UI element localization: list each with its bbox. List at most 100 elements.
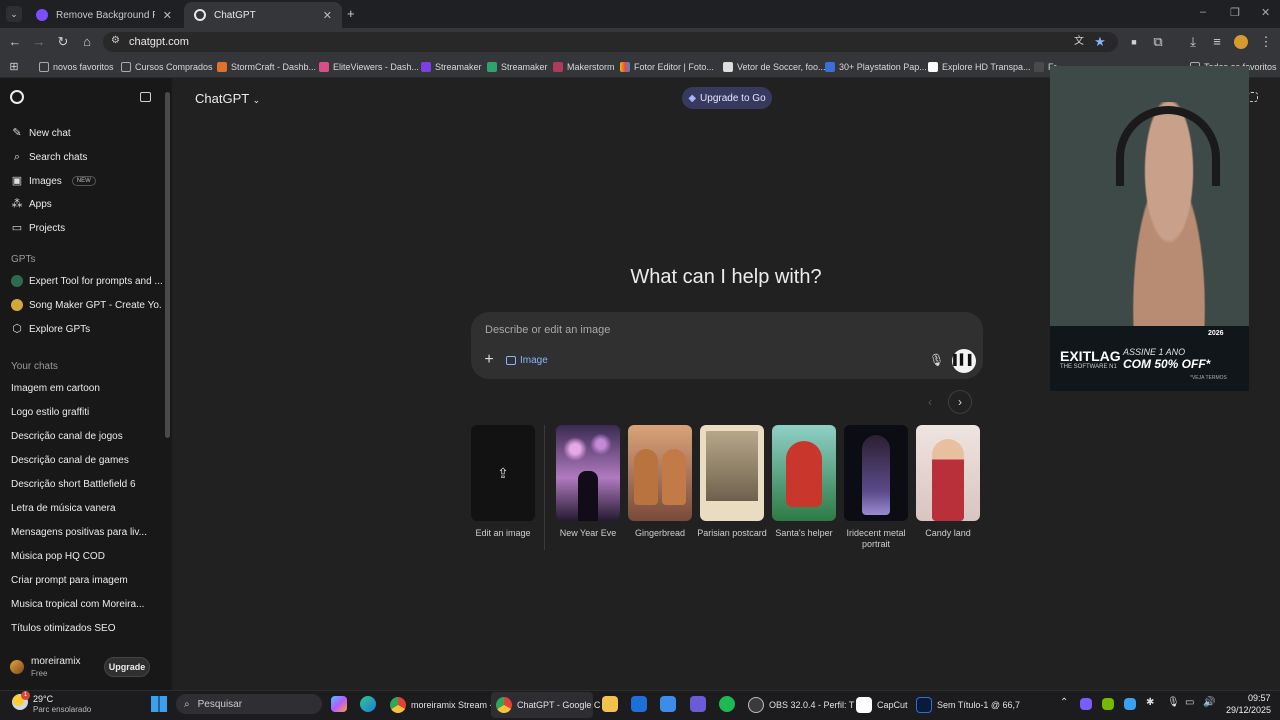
sidebar-item-gpt[interactable]: Song Maker GPT - Create Yo... [6,294,162,316]
chat-history-item[interactable]: Imagem em cartoon [11,383,161,394]
reload-icon[interactable]: ↻ [55,34,71,50]
chat-history-item[interactable]: Musica tropical com Moreira... [11,599,161,610]
bookmark-item[interactable]: Streamaker [487,60,548,74]
tray-overflow-icon[interactable]: ⌃ [1060,697,1068,708]
toggle-sidebar-icon[interactable] [140,92,151,102]
download-icon[interactable]: ⤓ [1185,34,1201,50]
taskbar-app[interactable]: OBS 32.0.4 - Perfil: T [748,695,854,715]
address-bar[interactable]: ⚙ chatgpt.com [103,32,1118,52]
prompt-input[interactable]: Describe or edit an image [485,324,610,336]
extensions-puzzle-icon[interactable]: ⧉ [1150,34,1166,50]
bookmark-item[interactable]: EliteViewers - Dash... [319,60,419,74]
restore-icon[interactable]: ❐ [1230,6,1240,19]
openai-logo-icon[interactable] [10,90,24,104]
style-card-iridescent-portrait[interactable] [844,425,908,521]
taskbar-search[interactable]: ⌕ Pesquisar [176,694,322,714]
bookmark-star-icon[interactable]: ★ [1092,34,1108,50]
style-card-new-year-eve[interactable] [556,425,620,521]
sidebar-item-apps[interactable]: ⁂ Apps [6,193,162,215]
style-card-santas-helper[interactable] [772,425,836,521]
bookmark-item[interactable]: Cursos Comprados [121,60,213,74]
sidebar-item-images[interactable]: ▣ Images NEW [6,170,162,192]
volume-icon[interactable]: 🔊 [1203,697,1215,708]
bookmark-item[interactable]: novos favoritos [39,60,114,74]
translate-icon[interactable]: 文 [1071,34,1087,50]
add-attachment-icon[interactable]: + [482,352,496,368]
temporary-chat-icon[interactable] [1248,92,1258,102]
user-name[interactable]: moreiramix [31,656,80,667]
bookmark-item[interactable]: Vetor de Soccer, foo... [723,60,826,74]
copilot-icon[interactable] [331,696,347,712]
close-tab-icon[interactable]: ✕ [163,9,172,22]
tray-app-icon[interactable] [1124,698,1136,710]
teams-icon[interactable] [690,696,706,712]
weather-temp[interactable]: 29°C [33,694,53,704]
carousel-prev-button[interactable]: ‹ [918,390,942,414]
tab-search-button[interactable]: ⌄ [6,6,22,22]
style-card-gingerbread[interactable] [628,425,692,521]
sidebar-item-explore-gpts[interactable]: ⬡ Explore GPTs [6,318,162,340]
taskbar-app[interactable]: Sem Título-1 @ 66,7 [916,695,1020,715]
bookmark-item[interactable]: Makerstorm [553,60,615,74]
profile-avatar[interactable] [1234,35,1248,49]
forward-icon[interactable]: → [31,34,47,50]
back-icon[interactable]: ← [7,34,23,50]
mic-tray-icon[interactable]: 🎙 [1167,697,1180,708]
clock-time[interactable]: 09:57 [1248,693,1271,703]
site-info-icon[interactable]: ⚙ [111,35,120,46]
chat-history-item[interactable]: Logo estilo graffiti [11,407,161,418]
minimize-icon[interactable]: – [1200,6,1206,18]
taskbar-app[interactable]: moreiramix Stream - [390,695,493,715]
microphone-icon[interactable]: 🎙 [929,353,944,367]
upgrade-to-go-button[interactable]: ◆ Upgrade to Go [682,87,772,109]
nvidia-icon[interactable] [1102,698,1114,710]
tray-app-icon[interactable] [1080,698,1092,710]
style-card-candy-land[interactable] [916,425,980,521]
bookmark-item[interactable]: Fotor Editor | Foto... [620,60,714,74]
image-mode-chip[interactable]: Image [506,352,548,368]
home-icon[interactable]: ⌂ [79,34,95,50]
chat-history-item[interactable]: Criar prompt para imagem [11,575,161,586]
upgrade-button[interactable]: Upgrade [104,657,150,677]
bookmark-item[interactable]: 30+ Playstation Pap... [825,60,927,74]
edge-icon[interactable] [360,696,376,712]
chat-history-item[interactable]: Descrição canal de jogos [11,431,161,442]
composer[interactable] [471,312,983,379]
bluetooth-icon[interactable]: ✱ [1146,697,1154,708]
menu-icon[interactable]: ⋮ [1258,34,1274,50]
carousel-next-button[interactable]: › [948,390,972,414]
sidebar-scrollbar[interactable] [165,92,170,438]
chat-history-item[interactable]: Descrição canal de games [11,455,161,466]
tab-chatgpt[interactable]: ChatGPT ✕ [184,2,342,28]
clock-date[interactable]: 29/12/2025 [1226,705,1271,715]
voice-mode-button[interactable]: ▌▍▌ [952,349,976,373]
outlook-icon[interactable] [631,696,647,712]
style-card-parisian-postcard[interactable] [700,425,764,521]
taskbar-app-active[interactable]: ChatGPT - Google C [496,695,600,715]
spotify-icon[interactable] [719,696,735,712]
windows-start-icon[interactable] [151,696,167,712]
sidebar-item-projects[interactable]: ▭ Projects [6,217,162,239]
edit-image-card[interactable]: ⇪ [471,425,535,521]
sidebar-item-new-chat[interactable]: ✎ New chat [6,122,162,144]
file-explorer-icon[interactable] [602,696,618,712]
chat-history-item[interactable]: Música pop HQ COD [11,551,161,562]
bookmark-item[interactable]: Explore HD Transpa... [928,60,1031,74]
taskbar-app[interactable]: CapCut [856,695,908,715]
sidebar-item-search-chats[interactable]: ⌕ Search chats [6,146,162,168]
network-icon[interactable]: ▭ [1185,697,1194,708]
new-tab-button[interactable]: + [347,6,355,21]
apps-grid-icon[interactable]: ⊞ [6,59,22,75]
model-selector[interactable]: ChatGPT ⌄ [195,91,260,106]
chat-history-item[interactable]: Mensagens positivas para liv... [11,527,161,538]
chat-history-item[interactable]: Descrição short Battlefield 6 [11,479,161,490]
chat-history-item[interactable]: Títulos otimizados SEO [11,623,161,634]
reading-list-icon[interactable]: ≡ [1209,34,1225,50]
chat-history-item[interactable]: Letra de música vanera [11,503,161,514]
user-avatar[interactable] [10,660,24,674]
close-window-icon[interactable]: ✕ [1261,6,1270,19]
store-icon[interactable] [660,696,676,712]
bookmark-item[interactable]: Streamaker [421,60,482,74]
bookmark-item[interactable]: StormCraft - Dashb... [217,60,316,74]
close-tab-icon[interactable]: ✕ [323,9,332,22]
